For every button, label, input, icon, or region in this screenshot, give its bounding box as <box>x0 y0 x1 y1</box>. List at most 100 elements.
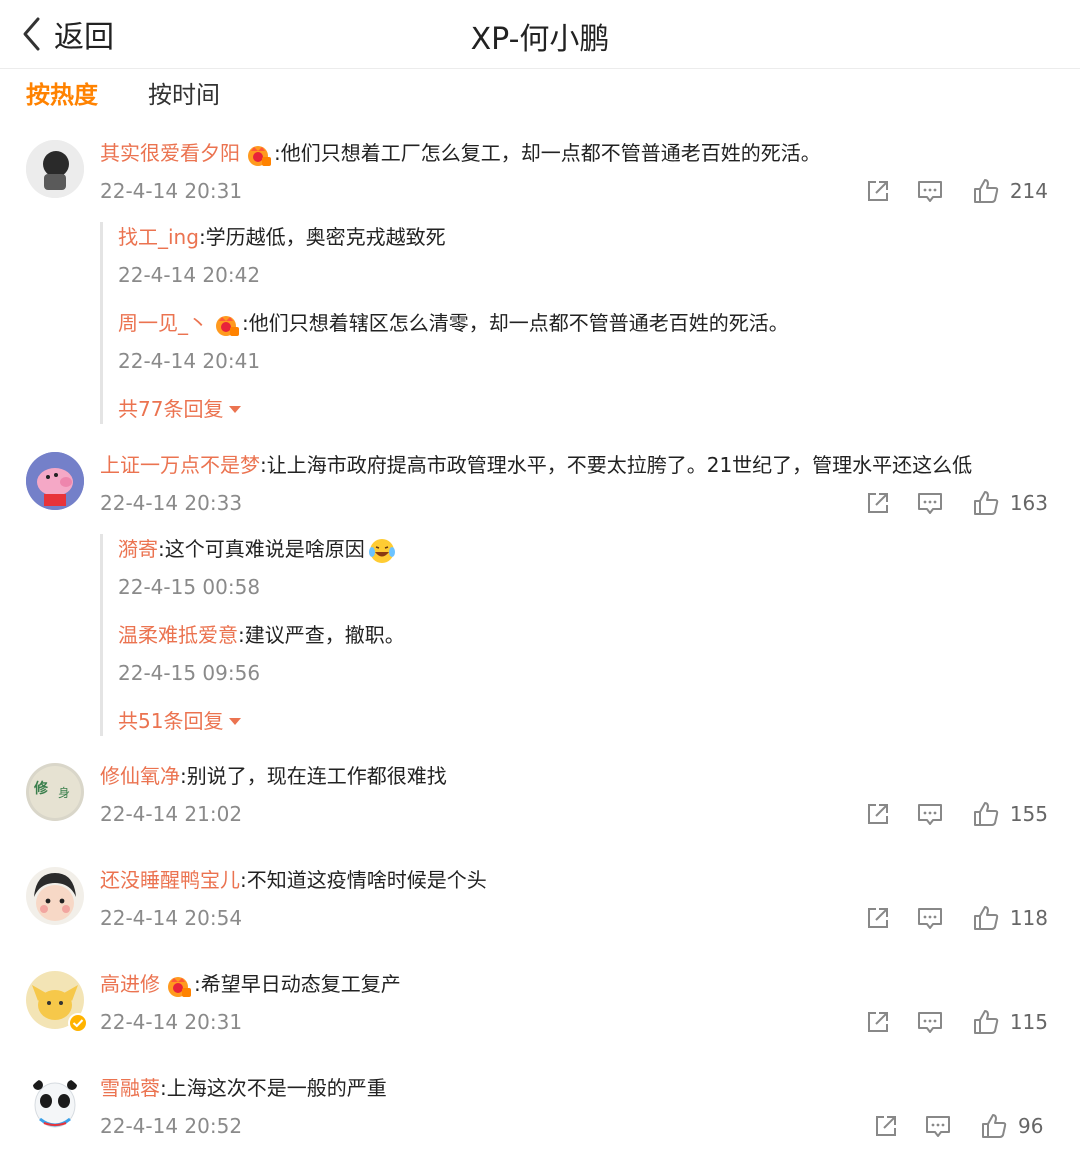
share-button[interactable] <box>864 489 892 517</box>
thumbs-up-icon <box>973 179 999 203</box>
verified-badge-icon <box>68 1013 88 1033</box>
more-replies-label: 共51条回复 <box>118 709 224 733</box>
reply-button[interactable] <box>916 800 944 828</box>
comment-content: 其实很爱看夕阳 :他们只想着工厂怎么复工，却一点都不管普通老百姓的死活。 <box>100 138 821 168</box>
reply-button[interactable] <box>916 1008 944 1036</box>
share-button[interactable] <box>864 1008 892 1036</box>
reply-list: 漪寄:这个可真难说是啥原因 22-4-15 00:58 温柔难抵爱意:建议严查，… <box>100 534 1018 736</box>
comment-actions: 163 <box>864 486 1048 520</box>
page-title: XP-何小鹏 <box>470 22 610 57</box>
comment-actions: 214 <box>864 174 1048 208</box>
reply-username[interactable]: 漪寄 <box>118 537 158 561</box>
comment-time: 22-4-14 20:52 <box>100 1114 243 1138</box>
comment-time: 22-4-14 20:31 <box>100 179 243 203</box>
like-button[interactable]: 118 <box>972 904 1048 932</box>
comment-content: 还没睡醒鸭宝儿:不知道这疫情啥时候是个头 <box>100 865 487 895</box>
comment-time: 22-4-14 21:02 <box>100 802 243 826</box>
reply-username[interactable]: 找工_ing <box>118 225 199 249</box>
reply-text: :学历越低，奥密克戎越致死 <box>198 225 446 249</box>
comment-text: :他们只想着工厂怎么复工，却一点都不管普通老百姓的死活。 <box>274 141 821 165</box>
like-button[interactable]: 163 <box>972 489 1048 517</box>
tab-sort-by-time[interactable]: 按时间 <box>148 78 220 112</box>
comment-icon <box>917 804 942 825</box>
reply-text: :他们只想着辖区怎么清零，却一点都不管普通老百姓的死活。 <box>242 311 789 335</box>
avatar-image <box>26 452 84 510</box>
comment-username[interactable]: 还没睡醒鸭宝儿 <box>100 868 240 892</box>
reply-button[interactable] <box>924 1112 952 1140</box>
comment-username[interactable]: 上证一万点不是梦 <box>100 453 260 477</box>
caret-down-icon <box>229 717 242 725</box>
crown-badge-icon <box>216 315 239 336</box>
share-icon <box>867 493 888 513</box>
avatar[interactable] <box>26 140 84 198</box>
share-icon <box>867 908 888 928</box>
comment-icon <box>917 493 942 514</box>
share-button[interactable] <box>864 800 892 828</box>
comment-username[interactable]: 其实很爱看夕阳 <box>100 141 240 165</box>
comment-username[interactable]: 高进修 <box>100 972 160 996</box>
avatar[interactable] <box>26 971 88 1033</box>
share-icon <box>867 1012 888 1032</box>
comment-actions: 155 <box>864 797 1048 831</box>
avatar-image: 修身 <box>26 763 84 821</box>
comment-content: 高进修 :希望早日动态复工复产 <box>100 969 401 999</box>
share-button[interactable] <box>864 177 892 205</box>
share-icon <box>867 181 888 201</box>
avatar-image <box>26 140 84 198</box>
caret-down-icon <box>229 405 242 413</box>
like-button[interactable]: 115 <box>972 1008 1048 1036</box>
crown-badge-icon <box>248 145 271 166</box>
like-button[interactable]: 214 <box>972 177 1048 205</box>
reply-time: 22-4-15 09:56 <box>118 661 261 685</box>
reply-button[interactable] <box>916 489 944 517</box>
comment-icon <box>917 908 942 929</box>
svg-text:身: 身 <box>58 785 70 800</box>
reply-button[interactable] <box>916 904 944 932</box>
comment-username[interactable]: 雪融蓉 <box>100 1076 160 1100</box>
more-replies-link[interactable]: 共51条回复 <box>118 706 1018 736</box>
comment-text: :希望早日动态复工复产 <box>194 972 401 996</box>
share-icon <box>867 804 888 824</box>
laughing-tears-emoji-icon <box>368 538 395 563</box>
comment-icon <box>917 1012 942 1033</box>
reply-item: 温柔难抵爱意:建议严查，撤职。 22-4-15 09:56 <box>118 620 1018 706</box>
thumbs-up-icon <box>973 1010 999 1034</box>
comment-text: :别说了，现在连工作都很难找 <box>180 764 447 788</box>
top-bar: 返回 XP-何小鹏 <box>0 0 1080 69</box>
like-button[interactable]: 155 <box>972 800 1048 828</box>
comment-actions: 118 <box>864 901 1048 935</box>
like-count: 155 <box>1009 802 1048 826</box>
like-count: 115 <box>1009 1010 1048 1034</box>
comment-username[interactable]: 修仙氧净 <box>100 764 180 788</box>
avatar-image <box>26 867 84 925</box>
reply-username[interactable]: 温柔难抵爱意 <box>118 623 238 647</box>
comment-actions: 96 <box>872 1109 1048 1143</box>
like-count: 118 <box>1009 906 1048 930</box>
comment-content: 上证一万点不是梦:让上海市政府提高市政管理水平，不要太拉胯了。21世纪了，管理水… <box>100 450 972 480</box>
more-replies-label: 共77条回复 <box>118 397 224 421</box>
reply-username[interactable]: 周一见_丶 <box>118 311 208 335</box>
reply-button[interactable] <box>916 177 944 205</box>
reply-time: 22-4-14 20:42 <box>118 263 261 287</box>
like-button[interactable]: 96 <box>980 1112 1048 1140</box>
reply-time: 22-4-15 00:58 <box>118 575 261 599</box>
thumbs-up-icon <box>982 1114 1007 1138</box>
avatar[interactable] <box>26 1075 84 1133</box>
avatar[interactable] <box>26 867 84 925</box>
reply-item: 周一见_丶:他们只想着辖区怎么清零，却一点都不管普通老百姓的死活。 22-4-1… <box>118 308 1018 394</box>
comment-time: 22-4-14 20:54 <box>100 906 243 930</box>
reply-item: 漪寄:这个可真难说是啥原因 22-4-15 00:58 <box>118 534 1018 620</box>
share-button[interactable] <box>864 904 892 932</box>
svg-text:修: 修 <box>33 780 49 797</box>
more-replies-link[interactable]: 共77条回复 <box>118 394 1018 424</box>
avatar-image <box>26 1075 84 1133</box>
comment-icon <box>926 1116 950 1137</box>
comment-time: 22-4-14 20:33 <box>100 491 243 515</box>
reply-list: 找工_ing:学历越低，奥密克戎越致死 22-4-14 20:42 周一见_丶:… <box>100 222 1018 424</box>
share-button[interactable] <box>872 1112 900 1140</box>
comment-content: 雪融蓉:上海这次不是一般的严重 <box>100 1073 387 1103</box>
avatar[interactable]: 修身 <box>26 763 84 821</box>
avatar[interactable] <box>26 452 84 510</box>
tab-sort-by-hot[interactable]: 按热度 <box>26 78 98 112</box>
thumbs-up-icon <box>973 491 999 515</box>
